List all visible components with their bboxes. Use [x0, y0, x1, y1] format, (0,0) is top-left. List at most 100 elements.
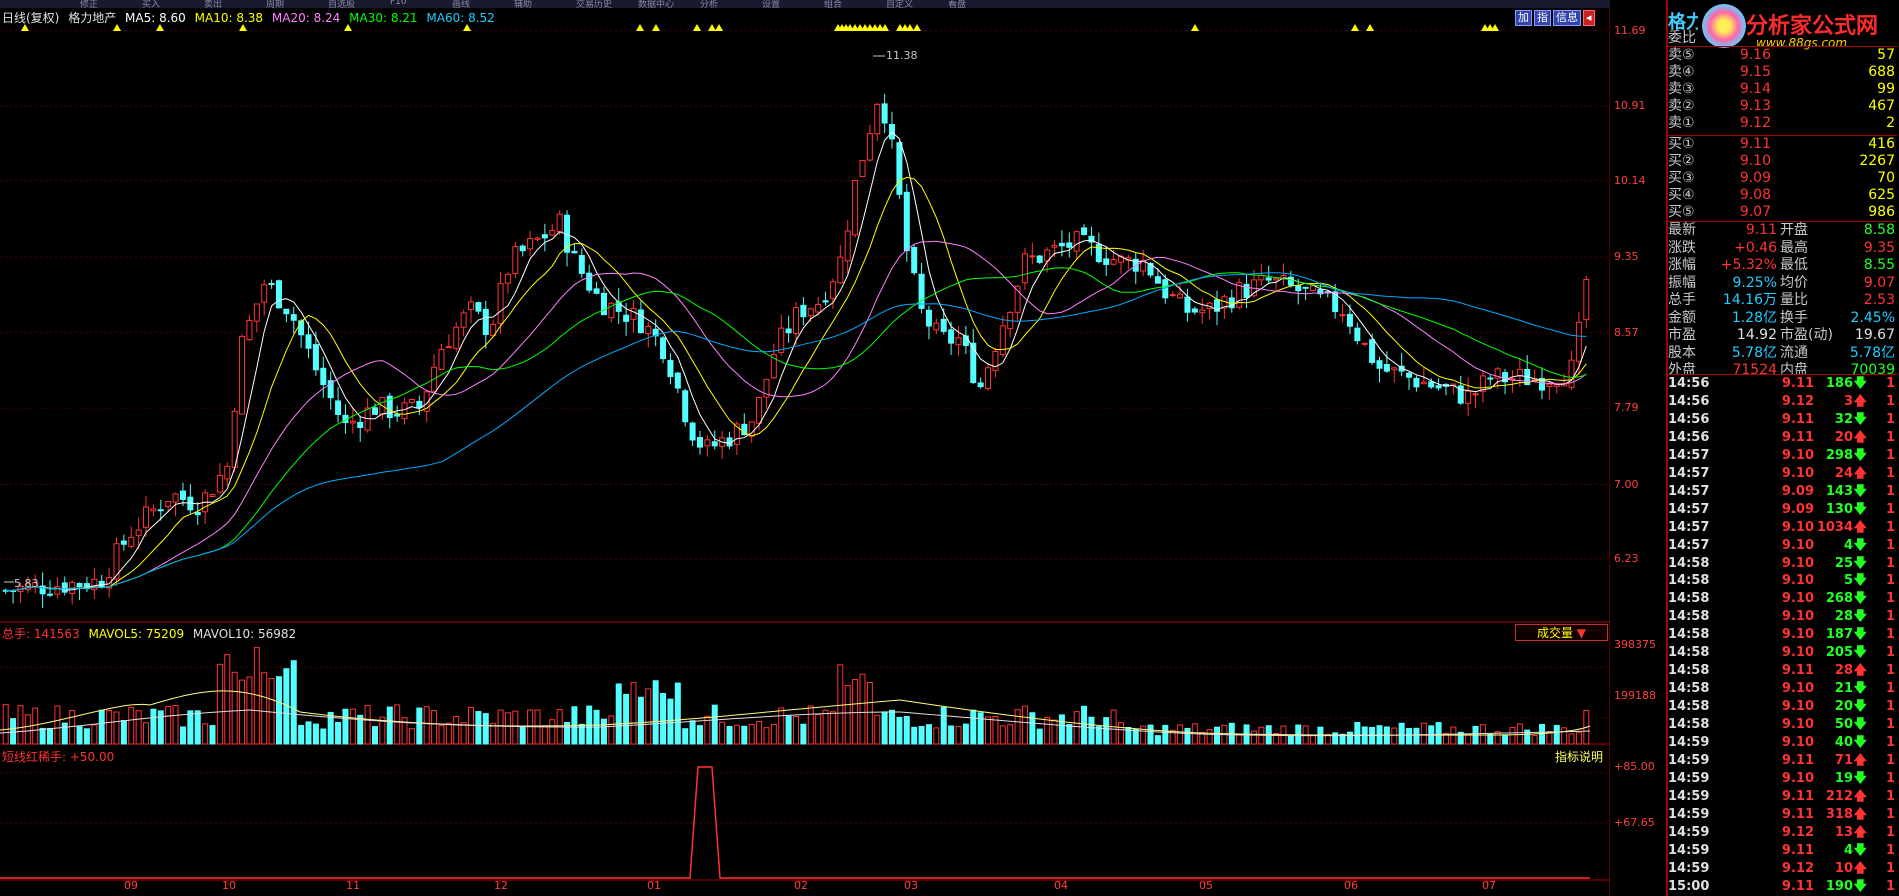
- ask-row[interactable]: 卖⑤ 9.16 57: [1668, 47, 1897, 64]
- volume-bar-up: [770, 724, 777, 745]
- candle-up: [955, 337, 962, 346]
- candle-down: [977, 382, 984, 388]
- candle-down: [335, 400, 342, 415]
- candle-down: [682, 390, 689, 423]
- bid-row[interactable]: 买① 9.11 416: [1668, 136, 1897, 153]
- bid-row[interactable]: 买⑤ 9.07 986: [1668, 204, 1897, 221]
- tick-time: 14:59: [1668, 770, 1710, 786]
- quote-row: 金额 1.28亿 换手 2.45%: [1668, 310, 1897, 327]
- candle-up: [844, 230, 851, 262]
- candle-down: [76, 583, 83, 588]
- date-axis-label: 10: [222, 879, 236, 892]
- tick-volume: 298: [1825, 447, 1853, 463]
- tick-count: 1: [1885, 411, 1895, 427]
- tick-time: 14:58: [1668, 681, 1710, 697]
- volume-selector-dropdown[interactable]: 成交量 ▼: [1515, 624, 1608, 641]
- toolbar-item[interactable]: 自选股: [328, 0, 355, 8]
- toolbar-item[interactable]: 交易历史: [576, 0, 612, 8]
- tick-price: 9.10: [1781, 627, 1814, 643]
- volume-bar-up: [497, 709, 504, 745]
- quote-value: 14.16万: [1722, 292, 1777, 308]
- tick-volume: 21: [1834, 681, 1853, 697]
- indicator-header: 短线红稀手: +50.00: [2, 750, 115, 764]
- volume-bar-down: [696, 725, 703, 745]
- quote-value: 8.58: [1863, 222, 1895, 238]
- candle-down: [1302, 286, 1309, 289]
- candle-up: [512, 246, 519, 274]
- date-axis-label: 01: [647, 879, 661, 892]
- volume-bar-down: [615, 683, 622, 745]
- ask-row[interactable]: 卖② 9.13 467: [1668, 98, 1897, 115]
- toolbar-item[interactable]: 看盘: [948, 0, 966, 8]
- signal-triangle: [1491, 24, 1499, 31]
- candle-up: [999, 325, 1006, 356]
- add-button[interactable]: 加: [1515, 10, 1532, 26]
- bid-row[interactable]: 买④ 9.08 625: [1668, 187, 1897, 204]
- candle-down: [541, 234, 548, 239]
- candle-up: [261, 284, 268, 303]
- toolbar[interactable]: 修正 买入 卖出 周期 自选股 F10 画线 辅助 交易历史 数据中心 分析 设置 组合 自定义 看盘: [0, 0, 1610, 8]
- date-axis-label: 02: [794, 879, 808, 892]
- candle-up: [401, 402, 408, 420]
- bid-row[interactable]: 买③ 9.09 70: [1668, 170, 1897, 187]
- candle-down: [571, 250, 578, 254]
- volume-bar-up: [91, 724, 98, 745]
- bid-row[interactable]: 买② 9.10 2267: [1668, 153, 1897, 170]
- toolbar-item[interactable]: F10: [390, 0, 407, 7]
- kline-chart[interactable]: [0, 0, 1610, 896]
- close-icon[interactable]: ◂: [1583, 10, 1595, 26]
- tick-count: 1: [1885, 735, 1895, 750]
- toolbar-item[interactable]: 辅助: [514, 0, 532, 8]
- toolbar-item[interactable]: 修正: [80, 0, 98, 8]
- volume-bar-down: [371, 726, 378, 745]
- volume-bar-down: [290, 660, 297, 745]
- volume-bar-down: [623, 693, 630, 745]
- volume-bar-down: [194, 710, 201, 745]
- tick-volume: 71: [1834, 752, 1853, 768]
- volume-bar-down: [660, 693, 667, 745]
- toolbar-item[interactable]: 组合: [824, 0, 842, 8]
- toolbar-item[interactable]: 分析: [700, 0, 718, 8]
- toolbar-item[interactable]: 卖出: [204, 0, 222, 8]
- tick-price: 9.12: [1781, 824, 1814, 840]
- candle-up: [1029, 255, 1036, 258]
- tick-count: 1: [1885, 842, 1895, 858]
- toolbar-item[interactable]: 设置: [762, 0, 780, 8]
- ask-row[interactable]: 卖③ 9.14 99: [1668, 81, 1897, 98]
- tick-row: 14:58 9.10 268 🡇 1: [1668, 590, 1897, 608]
- candle-down: [305, 334, 312, 349]
- tick-count: 1: [1885, 770, 1895, 786]
- weibi-row: 委比: [1668, 30, 1897, 47]
- indicator-button[interactable]: 指: [1534, 10, 1551, 26]
- candle-up: [933, 322, 940, 331]
- period-label[interactable]: 日线(复权): [2, 11, 59, 25]
- tick-price: 9.11: [1781, 788, 1814, 804]
- quote-value: 9.25%: [1732, 274, 1777, 291]
- candle-down: [948, 329, 955, 344]
- tick-volume: 25: [1834, 555, 1853, 571]
- candle-down: [1413, 377, 1420, 388]
- toolbar-item[interactable]: 自定义: [886, 0, 913, 8]
- volume-bar-down: [674, 682, 681, 745]
- ask-row[interactable]: 卖① 9.12 2: [1668, 115, 1897, 132]
- indicator-help-button[interactable]: 指标说明: [1555, 748, 1603, 765]
- tick-price: 9.10: [1781, 699, 1814, 715]
- toolbar-item[interactable]: 周期: [266, 0, 284, 8]
- ask-row[interactable]: 卖④ 9.15 688: [1668, 64, 1897, 81]
- tick-count: 1: [1885, 699, 1895, 715]
- info-button[interactable]: 信息: [1553, 10, 1581, 26]
- tick-price: 9.11: [1781, 663, 1814, 679]
- candle-up: [866, 133, 873, 161]
- tick-row: 14:59 9.12 10 🡅 1: [1668, 860, 1897, 878]
- candle-up: [408, 399, 415, 403]
- candle-down: [660, 337, 667, 360]
- candle-down: [275, 280, 282, 309]
- volume-bar-down: [682, 728, 689, 745]
- tick-count: 1: [1885, 806, 1895, 822]
- toolbar-item[interactable]: 画线: [452, 0, 470, 8]
- ind-axis-label-1: +67.65: [1614, 816, 1655, 829]
- candle-down: [970, 342, 977, 384]
- candle-down: [1066, 242, 1073, 248]
- toolbar-item[interactable]: 数据中心: [638, 0, 674, 8]
- toolbar-item[interactable]: 买入: [142, 0, 160, 8]
